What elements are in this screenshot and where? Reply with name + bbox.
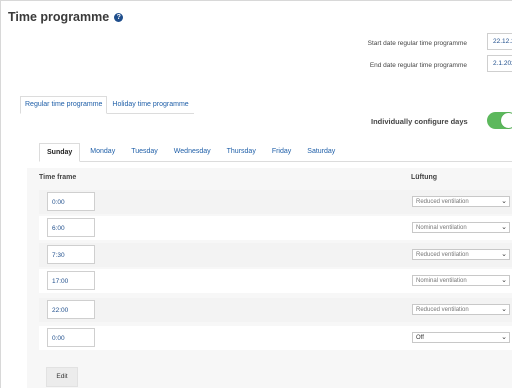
time-input[interactable]: 17:00 — [47, 271, 95, 290]
tab-holiday-time-programme[interactable]: Holiday time programme — [107, 96, 193, 113]
tab-monday[interactable]: Monday — [90, 143, 115, 161]
ventilation-select-value: Nominal ventilation — [416, 278, 467, 284]
end-date-label: End date regular time programme — [369, 62, 467, 69]
ventilation-select-value: Reduced ventilation — [416, 199, 469, 205]
chevron-down-icon: ⌄ — [501, 251, 507, 258]
tab-tuesday[interactable]: Tuesday — [131, 143, 158, 161]
time-input[interactable]: 0:00 — [47, 328, 95, 347]
edit-button[interactable]: Edit — [46, 367, 78, 387]
toggle-knob — [501, 113, 512, 128]
time-frame-header: Time frame — [39, 174, 77, 181]
time-input[interactable]: 6:00 — [47, 218, 95, 237]
ventilation-select-value: Reduced ventilation — [416, 307, 469, 313]
individually-configure-days-label: Individually configure days — [371, 117, 468, 126]
time-frame-row: 7:30 Reduced ventilation ⌄ — [39, 243, 512, 267]
time-input[interactable]: 7:30 — [47, 245, 95, 264]
ventilation-header: Lüftung — [411, 174, 438, 181]
ventilation-select[interactable]: Reduced ventilation ⌄ — [412, 249, 510, 260]
ventilation-select-value: Off — [416, 335, 424, 341]
ventilation-select[interactable]: Off ⌄ — [412, 332, 510, 343]
time-frame-row: 17:00 Nominal ventilation ⌄ — [39, 269, 512, 293]
programme-tabs: Regular time programme Holiday time prog… — [20, 96, 194, 114]
tab-thursday[interactable]: Thursday — [227, 143, 256, 161]
ventilation-select[interactable]: Reduced ventilation ⌄ — [412, 196, 510, 207]
ventilation-select[interactable]: Nominal ventilation ⌄ — [412, 275, 510, 286]
chevron-down-icon: ⌄ — [501, 198, 507, 205]
individually-configure-days-toggle[interactable] — [487, 112, 512, 129]
chevron-down-icon: ⌄ — [501, 224, 507, 231]
tab-regular-time-programme[interactable]: Regular time programme — [20, 96, 108, 114]
end-date-input[interactable]: 2.1.202 — [487, 55, 512, 72]
ventilation-select-value: Reduced ventilation — [416, 252, 469, 258]
time-frame-row: 0:00 Reduced ventilation ⌄ — [39, 190, 512, 214]
chevron-down-icon: ⌄ — [501, 334, 507, 341]
tab-wednesday[interactable]: Wednesday — [174, 143, 211, 161]
start-date-label: Start date regular time programme — [367, 40, 467, 47]
time-frame-row: 22:00 Reduced ventilation ⌄ — [39, 298, 512, 322]
ventilation-select-value: Nominal ventilation — [416, 225, 467, 231]
page-title-text: Time programme — [8, 10, 110, 24]
tab-saturday[interactable]: Saturday — [307, 143, 335, 161]
page-title: Time programme ? — [8, 10, 124, 24]
chevron-down-icon: ⌄ — [501, 277, 507, 284]
chevron-down-icon: ⌄ — [501, 306, 507, 313]
day-tabs: Sunday Monday Tuesday Wednesday Thursday… — [39, 143, 512, 162]
start-date-input[interactable]: 22.12.2 — [487, 33, 512, 50]
question-circle-icon[interactable]: ? — [114, 12, 124, 22]
time-input[interactable]: 22:00 — [47, 300, 95, 319]
ventilation-select[interactable]: Reduced ventilation ⌄ — [412, 304, 510, 315]
tab-sunday[interactable]: Sunday — [39, 143, 81, 162]
time-input[interactable]: 0:00 — [47, 192, 95, 211]
ventilation-select[interactable]: Nominal ventilation ⌄ — [412, 222, 510, 233]
tab-friday[interactable]: Friday — [272, 143, 291, 161]
time-frame-row: 6:00 Nominal ventilation ⌄ — [39, 216, 512, 240]
time-frame-row: 0:00 Off ⌄ — [39, 326, 512, 350]
